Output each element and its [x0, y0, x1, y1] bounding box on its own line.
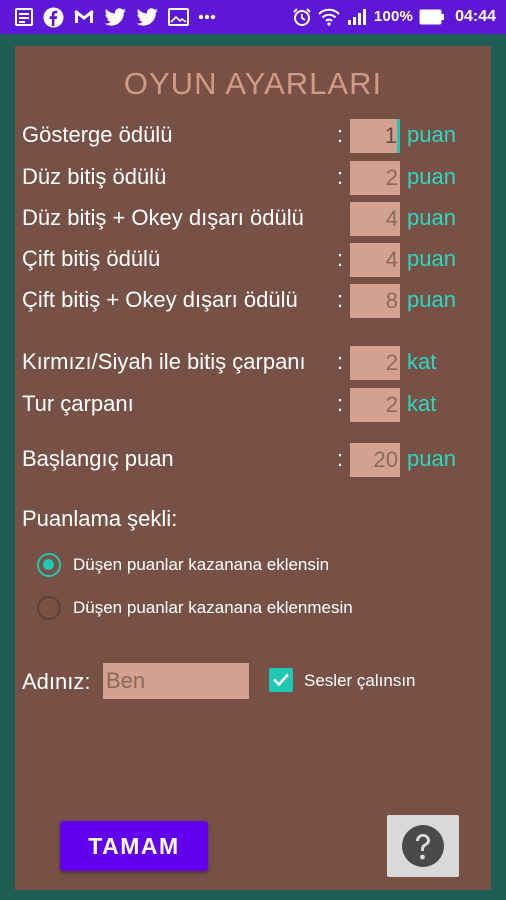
- setting-unit: puan: [407, 164, 456, 189]
- help-button[interactable]: [387, 815, 459, 877]
- setting-colon: :: [337, 287, 344, 312]
- setting-colon: :: [337, 122, 344, 147]
- setting-row-gosterge: Gösterge ödülü : 1 puan: [22, 119, 482, 153]
- cift-okey-input[interactable]: 8: [350, 284, 400, 318]
- question-mark-icon: [402, 825, 444, 867]
- facebook-icon: [43, 7, 64, 28]
- battery-percent: 100%: [373, 8, 414, 25]
- system-icons: 100% 04:44: [292, 6, 496, 28]
- sound-label: Sesler çalınsın: [304, 671, 416, 690]
- ok-button[interactable]: TAMAM: [60, 821, 208, 871]
- name-label: Adınız:: [22, 669, 91, 694]
- gmail-icon: [73, 8, 95, 26]
- setting-row-duz-bitis: Düz bitiş ödülü : 2 puan: [22, 161, 482, 195]
- scoring-option-add[interactable]: Düşen puanlar kazanana eklensin: [37, 550, 329, 580]
- setting-colon: :: [337, 446, 344, 471]
- setting-colon: :: [337, 246, 344, 271]
- setting-colon: :: [337, 349, 344, 374]
- radio-unselected-icon[interactable]: [37, 596, 61, 620]
- alarm-icon: [292, 7, 312, 27]
- page-title: OYUN AYARLARI: [123, 66, 383, 101]
- setting-label: Tur çarpanı: [22, 391, 134, 416]
- baslangic-input[interactable]: 20: [350, 443, 400, 477]
- more-dots-icon: [198, 14, 216, 20]
- radio-selected-icon[interactable]: [37, 553, 61, 577]
- kirmizi-siyah-input[interactable]: 2: [350, 346, 400, 380]
- setting-unit: puan: [407, 122, 456, 147]
- setting-unit: puan: [407, 205, 456, 230]
- name-input[interactable]: Ben: [103, 663, 249, 699]
- settings-panel: OYUN AYARLARI Gösterge ödülü : 1 puan Dü…: [15, 46, 491, 890]
- notes-icon: [14, 7, 34, 27]
- cift-bitis-input[interactable]: 4: [350, 243, 400, 277]
- gosterge-input[interactable]: 1: [350, 119, 400, 153]
- status-bar: 100% 04:44: [0, 0, 506, 34]
- setting-row-cift-okey: Çift bitiş + Okey dışarı ödülü : 8 puan: [22, 284, 482, 318]
- clock: 04:44: [455, 8, 496, 25]
- wifi-icon: [318, 8, 340, 26]
- setting-label: Çift bitiş + Okey dışarı ödülü: [22, 287, 298, 312]
- signal-icon: [346, 8, 368, 26]
- setting-row-cift-bitis: Çift bitiş ödülü : 4 puan: [22, 243, 482, 277]
- battery-icon: [419, 9, 445, 25]
- setting-unit: puan: [407, 287, 456, 312]
- setting-label: Kırmızı/Siyah ile bitiş çarpanı: [22, 349, 306, 374]
- duz-bitis-input[interactable]: 2: [350, 161, 400, 195]
- setting-colon: :: [337, 164, 344, 189]
- scoring-label: Puanlama şekli:: [22, 506, 178, 531]
- setting-label: Gösterge ödülü: [22, 122, 173, 147]
- setting-row-kirmizi-siyah: Kırmızı/Siyah ile bitiş çarpanı : 2 kat: [22, 346, 482, 380]
- radio-label: Düşen puanlar kazanana eklensin: [73, 555, 330, 574]
- setting-unit: kat: [407, 349, 437, 374]
- duz-okey-input[interactable]: 4: [350, 202, 400, 236]
- notification-icons: [14, 6, 216, 28]
- check-icon: [273, 673, 289, 687]
- setting-row-duz-okey: Düz bitiş + Okey dışarı ödülü 4 puan: [22, 202, 482, 236]
- setting-row-baslangic: Başlangıç puan : 20 puan: [22, 443, 482, 477]
- gallery-icon: [168, 8, 189, 26]
- setting-colon: :: [337, 391, 344, 416]
- setting-label: Çift bitiş ödülü: [22, 246, 161, 271]
- sound-checkbox[interactable]: [269, 668, 293, 692]
- scoring-option-no-add[interactable]: Düşen puanlar kazanana eklenmesin: [37, 593, 353, 623]
- twitter-icon: [136, 7, 159, 27]
- setting-unit: kat: [407, 391, 437, 416]
- radio-label: Düşen puanlar kazanana eklenmesin: [73, 598, 353, 617]
- setting-unit: puan: [407, 246, 456, 271]
- setting-row-tur-carpani: Tur çarpanı : 2 kat: [22, 388, 482, 422]
- setting-label: Düz bitiş ödülü: [22, 164, 167, 189]
- setting-label: Düz bitiş + Okey dışarı ödülü: [22, 205, 304, 230]
- twitter-icon: [104, 7, 127, 27]
- setting-unit: puan: [407, 446, 456, 471]
- tur-carpani-input[interactable]: 2: [350, 388, 400, 422]
- setting-label: Başlangıç puan: [22, 446, 174, 471]
